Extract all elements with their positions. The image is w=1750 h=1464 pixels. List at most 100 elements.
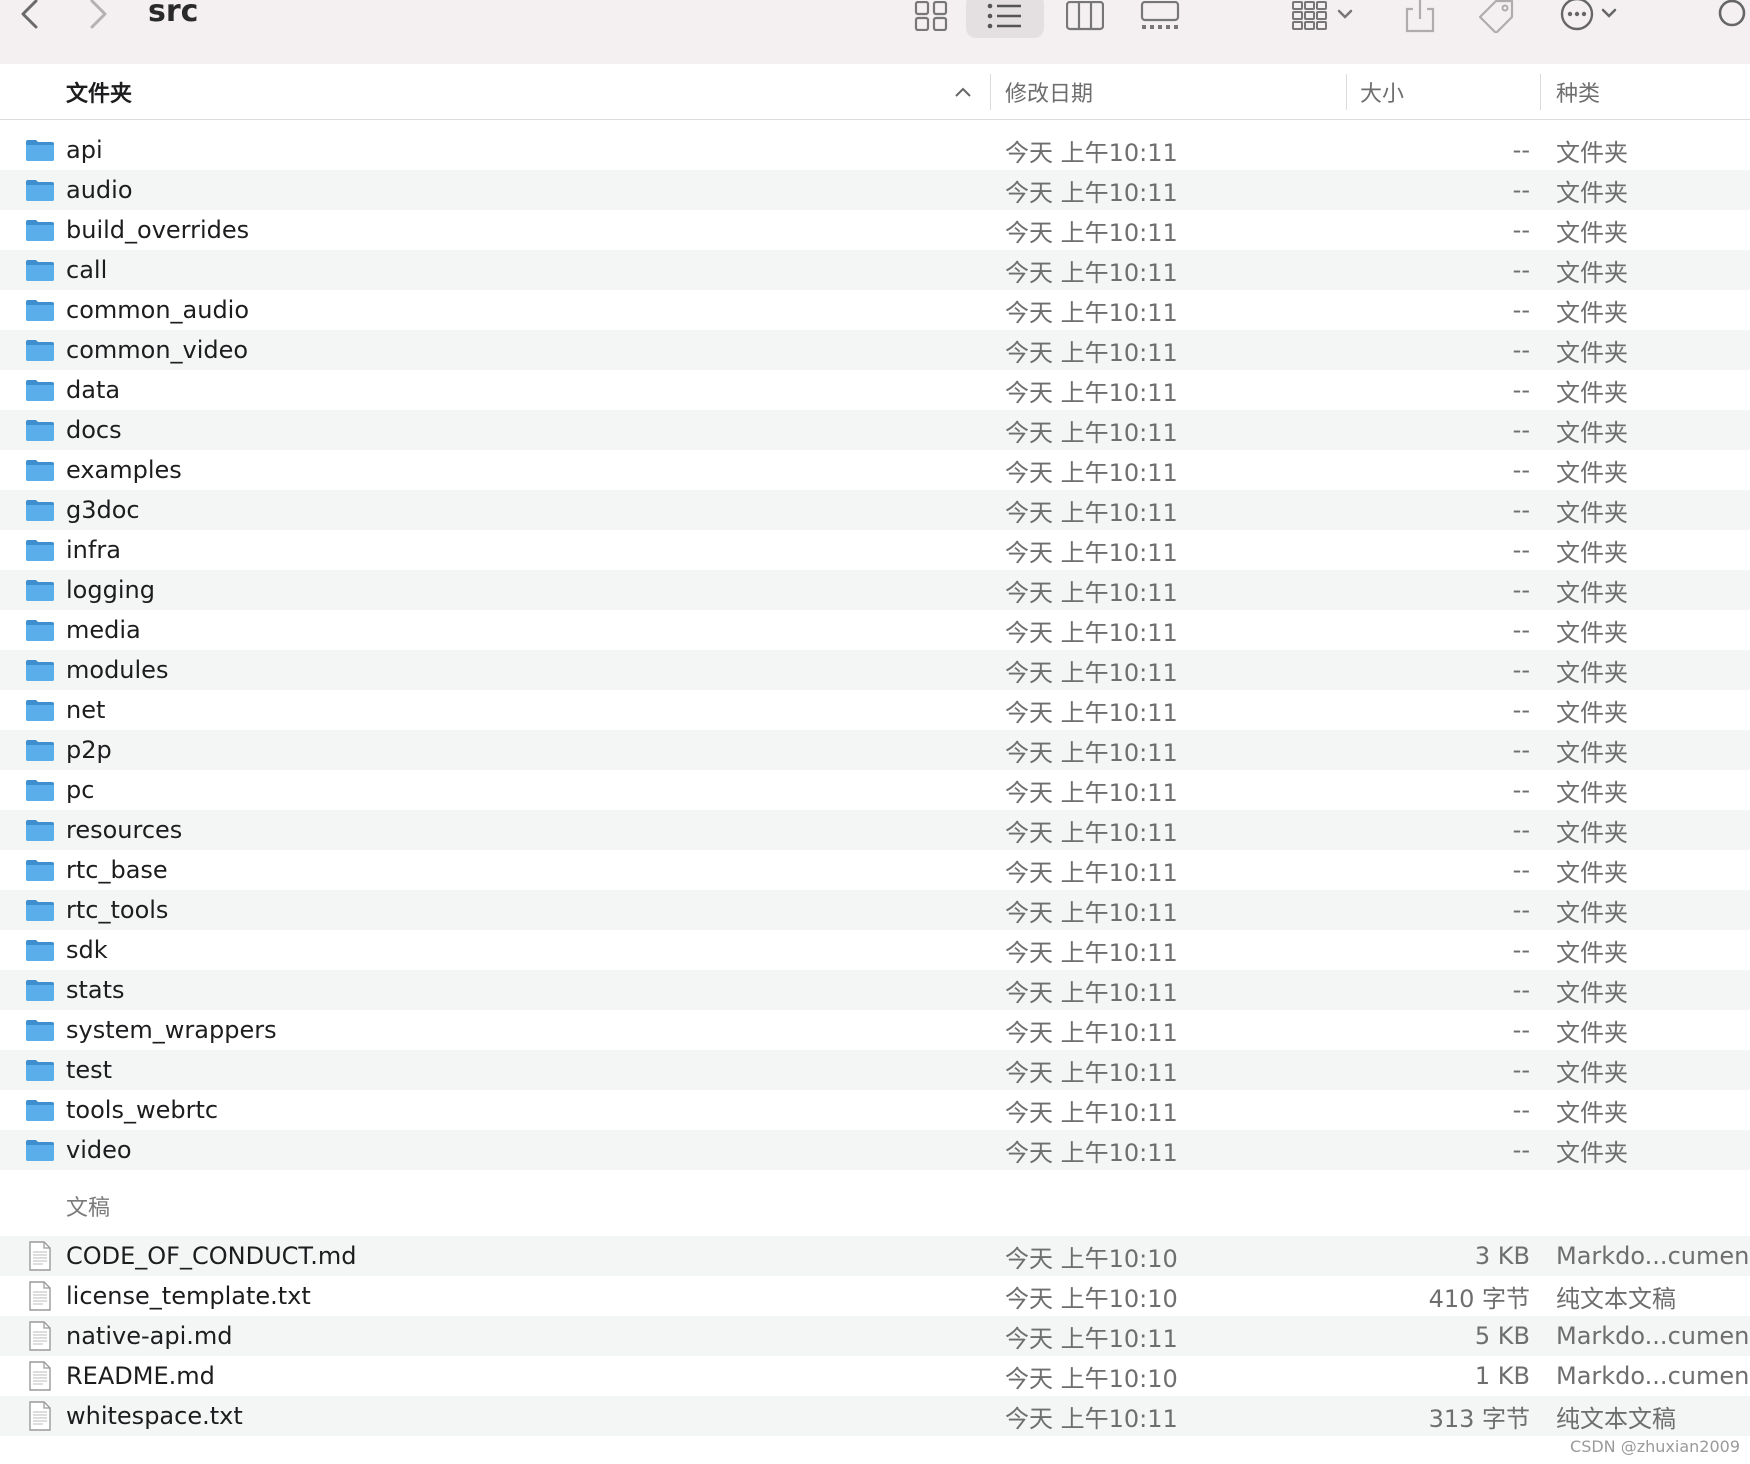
folder-row[interactable]: examples 今天 上午10:11 -- 文件夹 bbox=[0, 450, 1750, 490]
item-name: call bbox=[66, 256, 108, 284]
document-row[interactable]: README.md 今天 上午10:10 1 KB Markdo...cument bbox=[0, 1356, 1750, 1396]
folder-row[interactable]: docs 今天 上午10:11 -- 文件夹 bbox=[0, 410, 1750, 450]
column-divider[interactable] bbox=[1346, 74, 1347, 110]
item-size: -- bbox=[1512, 776, 1530, 804]
text-document-icon bbox=[29, 1321, 51, 1351]
folder-row[interactable]: rtc_base 今天 上午10:11 -- 文件夹 bbox=[0, 850, 1750, 890]
item-kind: 文件夹 bbox=[1556, 978, 1628, 1007]
item-modified-date: 今天 上午10:11 bbox=[1005, 1404, 1178, 1433]
item-name: common_video bbox=[66, 336, 249, 364]
folder-row[interactable]: infra 今天 上午10:11 -- 文件夹 bbox=[0, 530, 1750, 570]
item-kind: 文件夹 bbox=[1556, 1138, 1628, 1167]
folder-icon bbox=[26, 700, 54, 721]
folder-row[interactable]: test 今天 上午10:11 -- 文件夹 bbox=[0, 1050, 1750, 1090]
list-view-button[interactable] bbox=[966, 0, 1044, 38]
folder-row[interactable]: build_overrides 今天 上午10:11 -- 文件夹 bbox=[0, 210, 1750, 250]
item-size: 1 KB bbox=[1474, 1362, 1530, 1390]
folder-row[interactable]: common_audio 今天 上午10:11 -- 文件夹 bbox=[0, 290, 1750, 330]
folder-icon bbox=[26, 820, 54, 841]
row-icon bbox=[24, 1356, 56, 1396]
date-column-header[interactable]: 修改日期 bbox=[1005, 64, 1093, 119]
document-row[interactable]: license_template.txt 今天 上午10:10 410 字节 纯文本文… bbox=[0, 1276, 1750, 1316]
sort-ascending-indicator[interactable] bbox=[954, 64, 972, 119]
item-size: -- bbox=[1512, 936, 1530, 964]
folder-row[interactable]: api 今天 上午10:11 -- 文件夹 bbox=[0, 130, 1750, 170]
folder-row[interactable]: common_video 今天 上午10:11 -- 文件夹 bbox=[0, 330, 1750, 370]
tags-button[interactable] bbox=[1466, 0, 1526, 38]
item-name: logging bbox=[66, 576, 155, 604]
item-modified-date: 今天 上午10:11 bbox=[1005, 1058, 1178, 1087]
gallery-view-button[interactable] bbox=[1130, 0, 1190, 38]
item-size: -- bbox=[1512, 616, 1530, 644]
size-column-header[interactable]: 大小 bbox=[1360, 64, 1404, 119]
item-size: -- bbox=[1512, 976, 1530, 1004]
row-icon bbox=[24, 890, 56, 930]
folder-row[interactable]: call 今天 上午10:11 -- 文件夹 bbox=[0, 250, 1750, 290]
folder-row[interactable]: rtc_tools 今天 上午10:11 -- 文件夹 bbox=[0, 890, 1750, 930]
row-icon bbox=[24, 450, 56, 490]
folder-row[interactable]: g3doc 今天 上午10:11 -- 文件夹 bbox=[0, 490, 1750, 530]
item-size: -- bbox=[1512, 536, 1530, 564]
folder-row[interactable]: logging 今天 上午10:11 -- 文件夹 bbox=[0, 570, 1750, 610]
item-size: -- bbox=[1512, 1056, 1530, 1084]
document-row[interactable]: CODE_OF_CONDUCT.md 今天 上午10:10 3 KB Markdo..… bbox=[0, 1236, 1750, 1276]
folder-row[interactable]: stats 今天 上午10:11 -- 文件夹 bbox=[0, 970, 1750, 1010]
row-icon bbox=[24, 490, 56, 530]
row-icon bbox=[24, 570, 56, 610]
folder-icon bbox=[26, 1140, 54, 1161]
folder-row[interactable]: resources 今天 上午10:11 -- 文件夹 bbox=[0, 810, 1750, 850]
chevron-up-icon bbox=[955, 87, 971, 97]
folder-row[interactable]: p2p 今天 上午10:11 -- 文件夹 bbox=[0, 730, 1750, 770]
folder-row[interactable]: modules 今天 上午10:11 -- 文件夹 bbox=[0, 650, 1750, 690]
window-title: src bbox=[148, 0, 199, 29]
item-name: whitespace.txt bbox=[66, 1402, 243, 1430]
back-button[interactable] bbox=[14, 0, 44, 32]
item-name: build_overrides bbox=[66, 216, 250, 244]
search-button[interactable] bbox=[1712, 0, 1750, 38]
share-button[interactable] bbox=[1390, 0, 1450, 38]
item-name: docs bbox=[66, 416, 122, 444]
folder-icon bbox=[26, 1020, 54, 1041]
name-column-header[interactable]: 文件夹 bbox=[66, 64, 132, 119]
more-actions-button[interactable] bbox=[1556, 0, 1626, 38]
item-modified-date: 今天 上午10:11 bbox=[1005, 658, 1178, 687]
column-view-button[interactable] bbox=[1055, 0, 1115, 38]
row-icon bbox=[24, 1010, 56, 1050]
folder-icon bbox=[26, 300, 54, 321]
document-row[interactable]: native-api.md 今天 上午10:11 5 KB Markdo...cume… bbox=[0, 1316, 1750, 1356]
icon-view-button[interactable] bbox=[901, 0, 961, 38]
row-icon bbox=[24, 1050, 56, 1090]
row-icon bbox=[24, 730, 56, 770]
kind-column-header[interactable]: 种类 bbox=[1556, 64, 1600, 119]
forward-button[interactable] bbox=[84, 0, 114, 32]
column-divider[interactable] bbox=[1540, 74, 1541, 110]
folder-icon bbox=[26, 340, 54, 361]
folder-icon bbox=[26, 940, 54, 961]
column-divider[interactable] bbox=[990, 74, 991, 110]
columns-view-icon bbox=[1066, 1, 1104, 31]
folder-row[interactable]: tools_webrtc 今天 上午10:11 -- 文件夹 bbox=[0, 1090, 1750, 1130]
item-kind: 文件夹 bbox=[1556, 698, 1628, 727]
item-name: native-api.md bbox=[66, 1322, 233, 1350]
item-modified-date: 今天 上午10:11 bbox=[1005, 898, 1178, 927]
folder-row[interactable]: media 今天 上午10:11 -- 文件夹 bbox=[0, 610, 1750, 650]
text-document-icon bbox=[29, 1361, 51, 1391]
document-row[interactable]: whitespace.txt 今天 上午10:11 313 字节 纯文本文稿 bbox=[0, 1396, 1750, 1436]
item-size: -- bbox=[1512, 416, 1530, 444]
folder-row[interactable]: audio 今天 上午10:11 -- 文件夹 bbox=[0, 170, 1750, 210]
item-size: 313 字节 bbox=[1428, 1404, 1530, 1433]
item-size: 5 KB bbox=[1474, 1322, 1530, 1350]
item-name: net bbox=[66, 696, 106, 724]
text-document-icon bbox=[29, 1241, 51, 1271]
folder-icon bbox=[26, 140, 54, 161]
folder-row[interactable]: net 今天 上午10:11 -- 文件夹 bbox=[0, 690, 1750, 730]
folder-row[interactable]: pc 今天 上午10:11 -- 文件夹 bbox=[0, 770, 1750, 810]
folder-row[interactable]: video 今天 上午10:11 -- 文件夹 bbox=[0, 1130, 1750, 1170]
folder-icon bbox=[26, 1060, 54, 1081]
folder-row[interactable]: system_wrappers 今天 上午10:11 -- 文件夹 bbox=[0, 1010, 1750, 1050]
folder-row[interactable]: data 今天 上午10:11 -- 文件夹 bbox=[0, 370, 1750, 410]
item-name: media bbox=[66, 616, 141, 644]
group-button[interactable] bbox=[1284, 0, 1364, 38]
folder-row[interactable]: sdk 今天 上午10:11 -- 文件夹 bbox=[0, 930, 1750, 970]
folder-icon bbox=[26, 740, 54, 761]
